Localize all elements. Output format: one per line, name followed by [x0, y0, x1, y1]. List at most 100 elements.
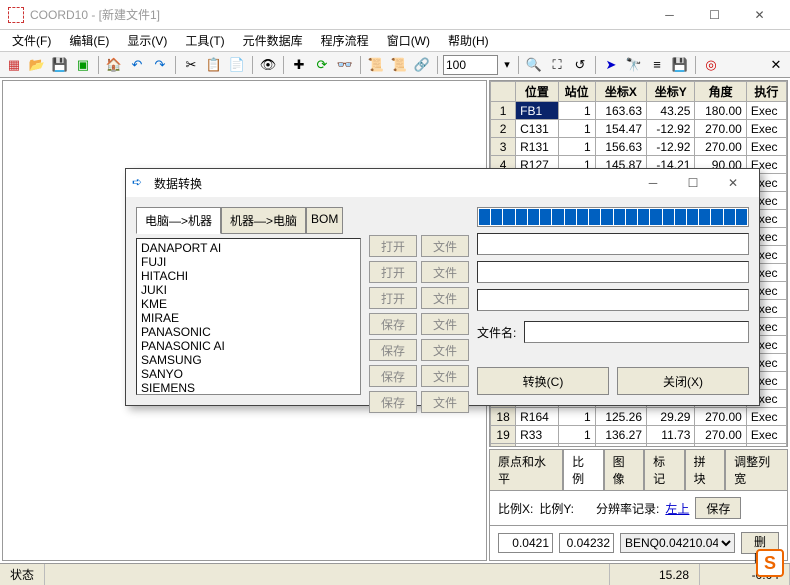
list-item[interactable]: MIRAE	[139, 311, 358, 325]
tab-machine-to-pc[interactable]: 机器—>电脑	[221, 207, 306, 234]
tab-origin[interactable]: 原点和水平	[489, 449, 563, 490]
toolbar-eye-icon[interactable]: 👁	[258, 55, 278, 75]
zoom-dropdown-icon[interactable]: ▾	[501, 55, 513, 75]
dialog-titlebar[interactable]: ➪ 数据转换 ─ ☐ ✕	[126, 169, 759, 197]
toolbar-fit-icon[interactable]: ⛶	[547, 55, 567, 75]
tab-mark[interactable]: 标记	[644, 449, 684, 490]
list-item[interactable]: KME	[139, 297, 358, 311]
file-button-1[interactable]: 文件	[421, 235, 469, 257]
toolbar-refresh-icon[interactable]: ⟳	[312, 55, 332, 75]
save-button-2[interactable]: 保存	[369, 339, 417, 361]
list-item[interactable]: SAMSUNG	[139, 353, 358, 367]
file-button-7[interactable]: 文件	[421, 391, 469, 413]
toolbar-magnify-icon[interactable]: 🔍	[524, 55, 544, 75]
list-item[interactable]: FUJI	[139, 255, 358, 269]
open-button-1[interactable]: 打开	[369, 235, 417, 257]
col-header[interactable]: 坐标X	[595, 82, 646, 102]
file-button-5[interactable]: 文件	[421, 339, 469, 361]
col-header[interactable]: 角度	[695, 82, 746, 102]
menu-flow[interactable]: 程序流程	[315, 30, 375, 51]
toolbar-reset-icon[interactable]: ↺	[570, 55, 590, 75]
adjust-cols-button[interactable]: 调整列宽	[725, 449, 788, 490]
close-button[interactable]: ✕	[737, 0, 782, 30]
list-item[interactable]: DANAPORT AI	[139, 241, 358, 255]
file-button-6[interactable]: 文件	[421, 365, 469, 387]
menu-tools[interactable]: 工具(T)	[179, 30, 230, 51]
menu-view[interactable]: 显示(V)	[121, 30, 173, 51]
menu-help[interactable]: 帮助(H)	[442, 30, 495, 51]
toolbar-stack-icon[interactable]: ≡	[647, 55, 667, 75]
menu-edit[interactable]: 编辑(E)	[63, 30, 115, 51]
tab-ratio[interactable]: 比例	[563, 449, 603, 490]
toolbar-save2-icon[interactable]: 💾	[670, 55, 690, 75]
toolbar-undo-icon[interactable]: ↶	[127, 55, 147, 75]
tab-image[interactable]: 图像	[604, 449, 644, 490]
list-item[interactable]: SANYO	[139, 367, 358, 381]
list-item[interactable]: JUKI	[139, 283, 358, 297]
toolbar-cut-icon[interactable]: ✂	[181, 55, 201, 75]
tab-pc-to-machine[interactable]: 电脑—>机器	[136, 207, 221, 234]
table-row[interactable]: 1FB11163.6343.25180.00Exec	[491, 102, 787, 120]
save-button-3[interactable]: 保存	[369, 365, 417, 387]
toolbar-redo-icon[interactable]: ↷	[150, 55, 170, 75]
open-button-3[interactable]: 打开	[369, 287, 417, 309]
maximize-button[interactable]: ☐	[692, 0, 737, 30]
menu-db[interactable]: 元件数据库	[237, 30, 309, 51]
filename-input[interactable]	[524, 321, 749, 343]
dialog-maximize[interactable]: ☐	[673, 171, 713, 195]
save-button[interactable]: 保存	[695, 497, 741, 519]
zoom-combo[interactable]	[443, 55, 498, 75]
col-header[interactable]: 站位	[558, 82, 595, 102]
toolbar-home-icon[interactable]: 🏠	[104, 55, 124, 75]
toolbar-target-icon[interactable]: ◎	[701, 55, 721, 75]
path-input-2[interactable]	[477, 261, 749, 283]
open-button-2[interactable]: 打开	[369, 261, 417, 283]
toolbar-paste-icon[interactable]: 📄	[227, 55, 247, 75]
toolbar-script2-icon[interactable]: 📜	[389, 55, 409, 75]
toolbar-plus-icon[interactable]: ✚	[289, 55, 309, 75]
ratio-x-input[interactable]	[498, 533, 553, 553]
col-header[interactable]: 坐标Y	[647, 82, 695, 102]
resolution-select[interactable]: BENQ0.04210.042	[620, 533, 735, 553]
list-item[interactable]: HITACHI	[139, 269, 358, 283]
convert-button[interactable]: 转换(C)	[477, 367, 609, 395]
table-row[interactable]: 20OP41107.26-14.93360.00Exec	[491, 444, 787, 448]
tab-bom[interactable]: BOM	[306, 207, 343, 234]
tab-tile[interactable]: 拼块	[685, 449, 725, 490]
topleft-link[interactable]: 左上	[665, 500, 689, 517]
toolbar-link-icon[interactable]: 🔗	[412, 55, 432, 75]
dialog-close[interactable]: ✕	[713, 171, 753, 195]
table-row[interactable]: 18R1641125.2629.29270.00Exec	[491, 408, 787, 426]
path-input-1[interactable]	[477, 233, 749, 255]
dialog-minimize[interactable]: ─	[633, 171, 673, 195]
save-button-4[interactable]: 保存	[369, 391, 417, 413]
toolbar-new-icon[interactable]: ▦	[4, 55, 24, 75]
toolbar-find-icon[interactable]: 👓	[335, 55, 355, 75]
col-header[interactable]	[491, 82, 516, 102]
menu-window[interactable]: 窗口(W)	[381, 30, 436, 51]
file-button-2[interactable]: 文件	[421, 261, 469, 283]
toolbar-close-icon[interactable]: ✕	[766, 55, 786, 75]
toolbar-copy-icon[interactable]: 📋	[204, 55, 224, 75]
toolbar-script-icon[interactable]: 📜	[366, 55, 386, 75]
menu-file[interactable]: 文件(F)	[6, 30, 57, 51]
ime-logo[interactable]: S	[756, 549, 790, 583]
list-item[interactable]: PANASONIC	[139, 325, 358, 339]
table-row[interactable]: 19R331136.2711.73270.00Exec	[491, 426, 787, 444]
toolbar-app-icon[interactable]: ▣	[73, 55, 93, 75]
list-item[interactable]: SIEMENS	[139, 381, 358, 395]
toolbar-cursor-icon[interactable]: ➤	[601, 55, 621, 75]
col-header[interactable]: 位置	[516, 82, 558, 102]
toolbar-save-icon[interactable]: 💾	[50, 55, 70, 75]
table-row[interactable]: 2C1311154.47-12.92270.00Exec	[491, 120, 787, 138]
machine-listbox[interactable]: DANAPORT AIFUJIHITACHIJUKIKMEMIRAEPANASO…	[136, 238, 361, 395]
close-dialog-button[interactable]: 关闭(X)	[617, 367, 749, 395]
toolbar-open-icon[interactable]: 📂	[27, 55, 47, 75]
file-button-4[interactable]: 文件	[421, 313, 469, 335]
col-header[interactable]: 执行	[746, 82, 786, 102]
ratio-y-input[interactable]	[559, 533, 614, 553]
toolbar-binoc-icon[interactable]: 🔭	[624, 55, 644, 75]
save-button-1[interactable]: 保存	[369, 313, 417, 335]
file-button-3[interactable]: 文件	[421, 287, 469, 309]
list-item[interactable]: PANASONIC AI	[139, 339, 358, 353]
